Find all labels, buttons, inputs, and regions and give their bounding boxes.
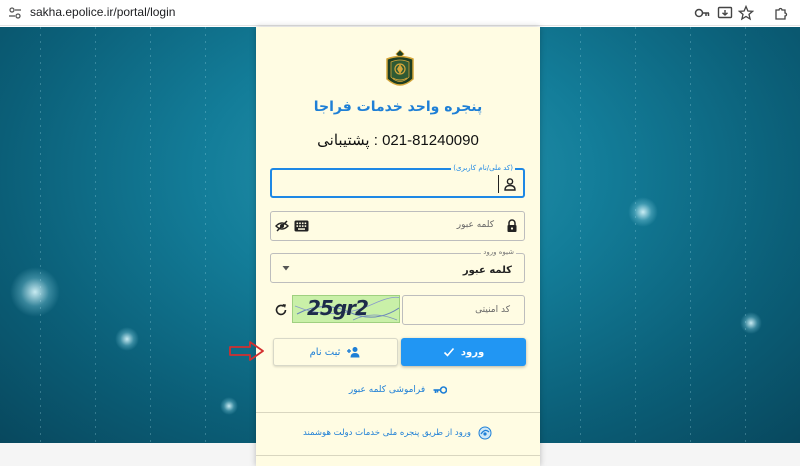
key-icon (433, 386, 448, 394)
register-button[interactable]: ثبت نام (273, 338, 398, 366)
support-phone: 021-81240090 : پشتیبانی (317, 132, 479, 149)
police-emblem-logo (386, 49, 414, 86)
login-card: پنجره واحد خدمات فراجا 021-81240090 : پش… (256, 27, 540, 466)
user-icon (504, 178, 516, 191)
lock-icon (507, 219, 517, 232)
register-button-label: ثبت نام (309, 346, 341, 358)
username-field[interactable]: (کد ملی/نام کاربری) (270, 164, 525, 198)
portal-title: پنجره واحد خدمات فراجا (313, 99, 483, 115)
login-button-label: ورود (460, 346, 485, 358)
forgot-password-link[interactable]: فراموشی کلمه عبور (256, 385, 540, 395)
red-arrow-annotation (229, 341, 264, 361)
login-method-value: کلمه عبور (462, 265, 512, 276)
divider (256, 412, 540, 413)
bookmark-star-icon[interactable] (738, 5, 754, 21)
smart-gov-label: ورود از طریق پنجره ملی خدمات دولت هوشمند (302, 428, 472, 438)
password-key-icon[interactable] (694, 5, 710, 21)
chevron-down-icon (282, 266, 290, 271)
install-app-icon[interactable] (717, 5, 733, 21)
refresh-captcha-icon[interactable] (274, 303, 288, 317)
add-user-icon (347, 347, 360, 358)
captcha-text: 25gr2 (307, 296, 369, 320)
text-cursor (498, 175, 499, 193)
smart-gov-login-link[interactable]: ورود از طریق پنجره ملی خدمات دولت هوشمند (256, 426, 540, 440)
username-label: (کد ملی/نام کاربری) (451, 164, 515, 172)
login-method-label: شیوه ورود (481, 248, 516, 256)
extensions-puzzle-icon[interactable] (774, 5, 790, 21)
check-icon (443, 347, 454, 357)
password-field[interactable]: کلمه عبور (270, 211, 525, 241)
visibility-off-icon[interactable] (275, 219, 289, 233)
captcha-placeholder: کد امنیتی (475, 305, 510, 315)
address-bar-url[interactable]: sakha.epolice.ir/portal/login (30, 5, 175, 19)
captcha-image: 25gr2 (292, 295, 400, 323)
site-settings-icon[interactable] (8, 6, 22, 20)
captcha-input[interactable]: کد امنیتی (402, 295, 525, 325)
virtual-keyboard-icon[interactable] (294, 220, 309, 232)
forgot-password-label: فراموشی کلمه عبور (348, 385, 426, 395)
divider-bottom (256, 455, 540, 456)
smart-gov-logo-icon (478, 426, 492, 440)
password-placeholder: کلمه عبور (456, 220, 494, 230)
login-button[interactable]: ورود (401, 338, 526, 366)
login-method-select[interactable]: شیوه ورود کلمه عبور (270, 248, 525, 283)
browser-toolbar: sakha.epolice.ir/portal/login (0, 0, 800, 26)
